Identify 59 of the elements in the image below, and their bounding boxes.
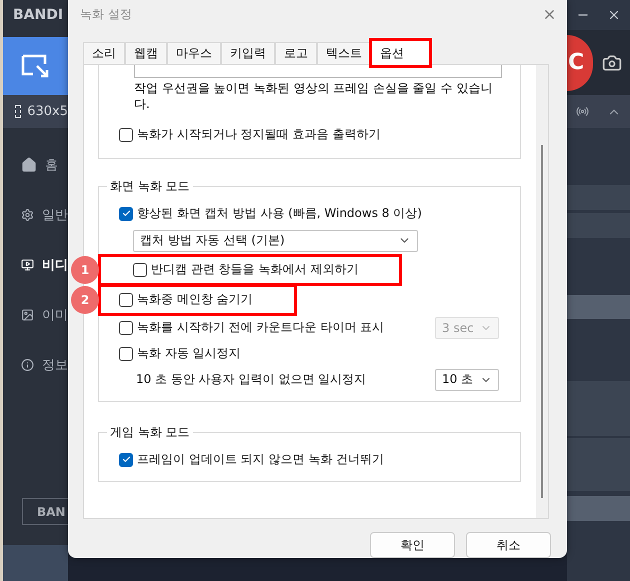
image-settings-icon xyxy=(21,307,34,323)
group-title: 화면 녹화 모드 xyxy=(109,178,191,195)
footer-bar xyxy=(3,545,68,581)
capture-method-dropdown[interactable]: 캡처 방법 자동 선택 (기본) xyxy=(133,230,418,252)
tab[interactable]: 텍스트 xyxy=(317,42,371,64)
checkbox[interactable] xyxy=(119,452,133,467)
callout-badge: 2 xyxy=(71,286,99,314)
dialog-button[interactable]: 취소 xyxy=(466,532,551,558)
callout-badge: 1 xyxy=(71,256,99,284)
side-panel xyxy=(567,295,630,319)
option-label: 프레임이 업데이트 되지 않으면 녹화 건너뛰기 xyxy=(137,451,384,468)
side-panel xyxy=(567,438,630,491)
region-icon xyxy=(15,105,22,118)
screen-select-icon xyxy=(20,54,50,78)
checkbox[interactable] xyxy=(119,206,133,221)
sidebar-item[interactable]: 정보 xyxy=(3,350,68,380)
region-size: 630x5 xyxy=(27,104,68,119)
group-title: 게임 녹화 모드 xyxy=(109,424,191,441)
check-icon xyxy=(122,455,130,464)
sidebar-item[interactable]: 일반 xyxy=(3,200,68,230)
sidebar-item[interactable]: 이미 xyxy=(3,300,68,330)
option-label: 10 초 동안 사용자 입력이 없으면 일시정지 xyxy=(136,371,366,388)
tab[interactable]: 옵션 xyxy=(371,40,430,66)
window-title: 녹화 설정 xyxy=(80,6,132,24)
dialog-button[interactable]: 확인 xyxy=(370,532,455,558)
sidebar-item[interactable]: 홈 xyxy=(3,150,68,180)
scrollbar[interactable] xyxy=(536,64,548,518)
checkbox[interactable] xyxy=(119,320,133,335)
tab[interactable]: 마우스 xyxy=(167,42,221,64)
check-icon xyxy=(122,209,130,218)
video-settings-icon xyxy=(21,257,34,273)
option-label: 향상된 화면 캡처 방법 사용 (빠름, Windows 8 이상) xyxy=(137,205,422,222)
option-label: 녹화 자동 일시정지 xyxy=(137,345,241,362)
info-icon xyxy=(21,357,34,373)
checkbox[interactable] xyxy=(119,292,133,307)
priority-note: 작업 우선권을 높이면 녹화된 영상의 프레임 손실을 줄일 수 있습니다. xyxy=(134,80,494,112)
tab[interactable]: 소리 xyxy=(83,42,125,64)
broadcast-icon[interactable] xyxy=(576,105,589,118)
screen-mode-button[interactable] xyxy=(3,37,68,95)
side-panel xyxy=(567,213,630,238)
tab[interactable]: 키입력 xyxy=(221,42,275,64)
record-button[interactable]: C xyxy=(567,34,593,90)
option-label: 녹화를 시작하기 전에 카운트다운 타이머 표시 xyxy=(137,319,384,336)
checkbox[interactable] xyxy=(133,262,147,277)
checkbox[interactable] xyxy=(119,128,133,142)
sidebar-item[interactable]: 비디 xyxy=(3,250,68,280)
option-label: 녹화중 메인창 숨기기 xyxy=(137,291,253,308)
camera-icon[interactable] xyxy=(602,52,622,72)
side-panel xyxy=(567,185,630,210)
value-dropdown[interactable]: 10 초 xyxy=(435,368,499,391)
option-label: 반디캠 관련 창들을 녹화에서 제외하기 xyxy=(151,261,358,278)
checkbox[interactable] xyxy=(119,346,133,361)
option-label: 녹화가 시작되거나 정지될때 효과음 출력하기 xyxy=(137,126,380,144)
tab[interactable]: 로고 xyxy=(275,42,317,64)
settings-icon xyxy=(21,207,34,223)
home-icon xyxy=(21,157,37,173)
side-panel xyxy=(567,381,630,436)
tab[interactable]: 웹캠 xyxy=(125,42,167,64)
side-panel xyxy=(567,496,630,521)
